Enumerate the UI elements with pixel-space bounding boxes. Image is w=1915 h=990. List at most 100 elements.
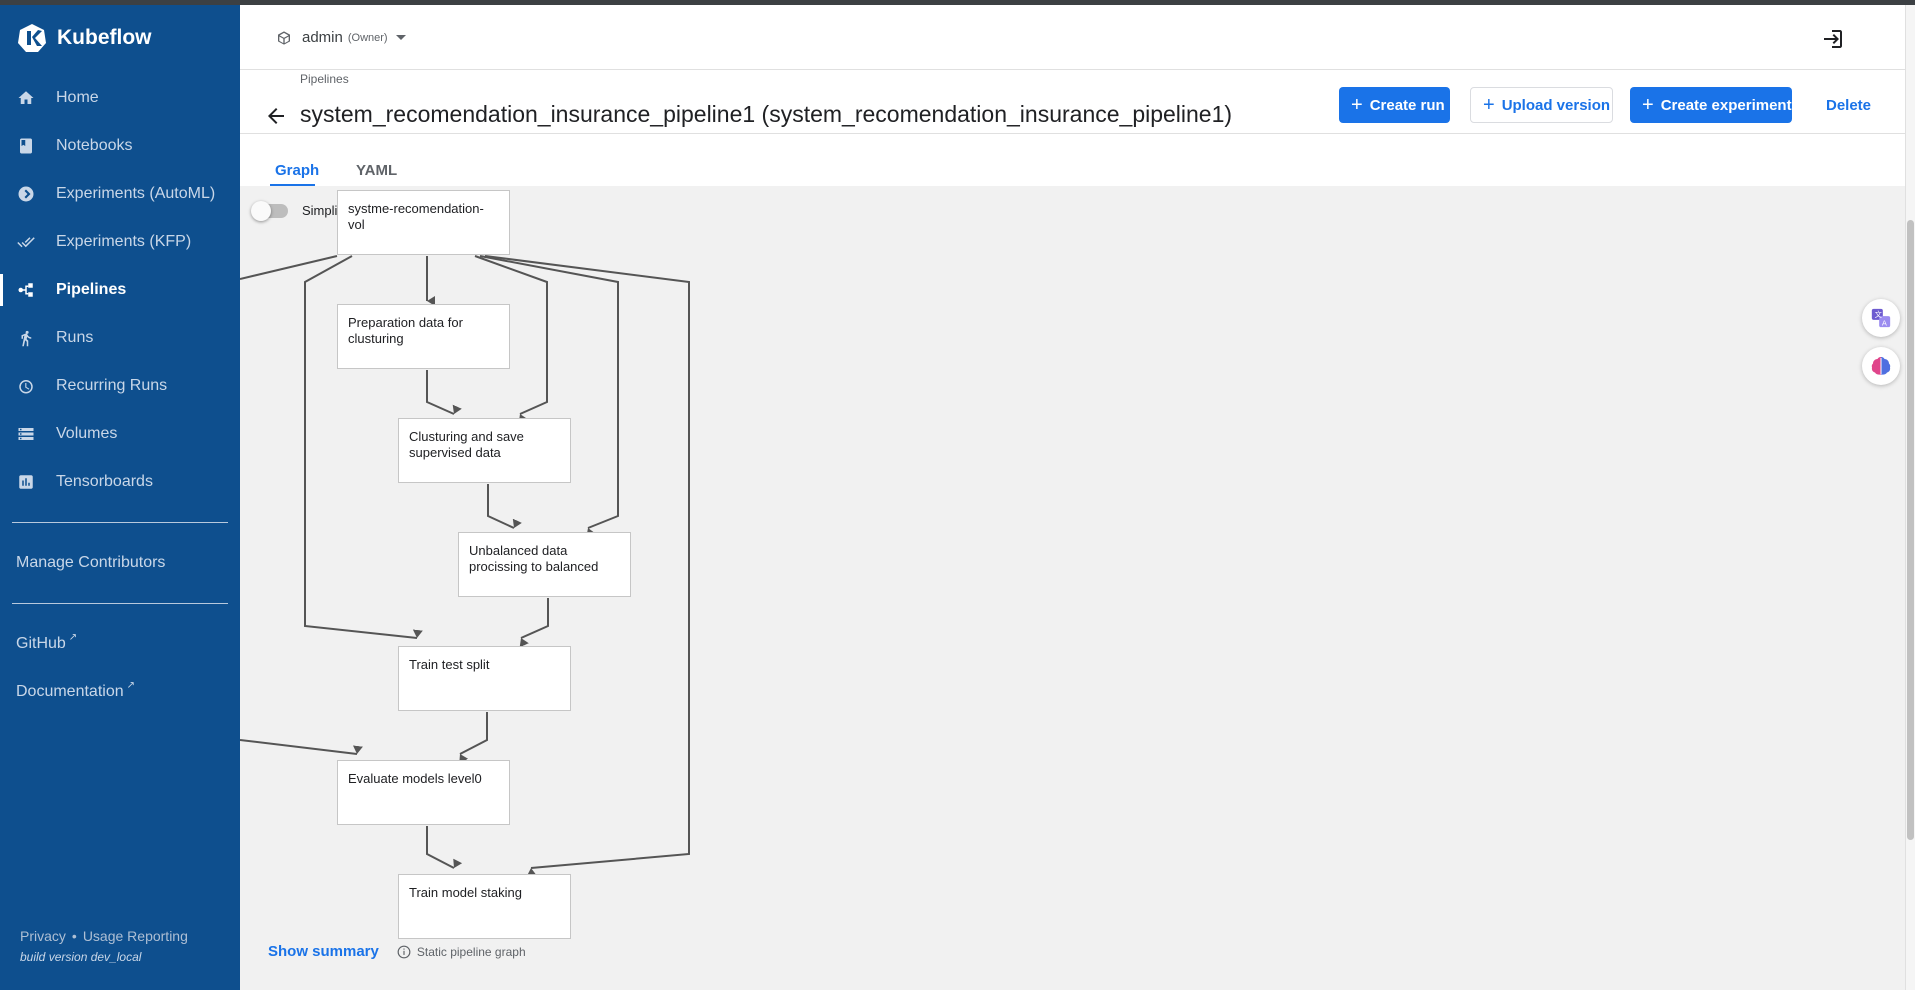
sidebar-item-label: Volumes	[56, 425, 118, 442]
kubeflow-logo[interactable]: Kubeflow	[16, 22, 152, 54]
scrollbar-thumb[interactable]	[1907, 220, 1914, 840]
delete-label: Delete	[1826, 96, 1872, 114]
sidebar-divider	[12, 603, 228, 604]
sidebar-item-experiments-automl[interactable]: Experiments (AutoML)	[0, 170, 240, 218]
window-top-strip	[0, 0, 1915, 5]
app-name: Kubeflow	[57, 26, 152, 49]
toggle-knob	[251, 201, 271, 221]
edge	[240, 739, 363, 755]
manage-contributors-label: Manage Contributors	[16, 554, 166, 571]
graph-node[interactable]: Unbalanced data procissing to balanced	[458, 532, 631, 597]
create-run-label: Create run	[1369, 96, 1445, 114]
graph-node[interactable]: Train test split	[398, 646, 571, 711]
upload-version-button[interactable]: + Upload version	[1470, 87, 1613, 123]
upload-version-label: Upload version	[1501, 96, 1611, 114]
sidebar-footer: Privacy • Usage Reporting build version …	[20, 928, 188, 964]
svg-text:A: A	[1882, 318, 1887, 327]
edge	[479, 255, 619, 538]
top-header: admin (Owner)	[240, 5, 1915, 70]
translate-widget[interactable]: 文A	[1862, 299, 1900, 337]
page-scrollbar[interactable]	[1905, 5, 1915, 990]
edge	[459, 712, 488, 764]
graph-node[interactable]: Clusturing and save supervised data	[398, 418, 571, 483]
edge	[519, 598, 549, 648]
sidebar-item-label: Recurring Runs	[56, 377, 168, 394]
build-version: build version dev_local	[20, 950, 142, 964]
sidebar-item-runs[interactable]: Runs	[0, 314, 240, 362]
create-experiment-button[interactable]: + Create experiment	[1630, 87, 1792, 123]
chevron-down-icon	[395, 35, 406, 40]
static-graph-label: Static pipeline graph	[416, 944, 526, 959]
logout-icon[interactable]	[1820, 27, 1844, 51]
namespace-selector[interactable]: admin (Owner)	[276, 29, 406, 46]
book-icon	[16, 136, 36, 156]
pipelines-icon	[16, 280, 36, 300]
create-run-button[interactable]: + Create run	[1339, 87, 1450, 123]
sidebar-item-experiments-kfp[interactable]: Experiments (KFP)	[0, 218, 240, 266]
sidebar-item-recurring-runs[interactable]: Recurring Runs	[0, 362, 240, 410]
create-experiment-label: Create experiment	[1660, 96, 1792, 114]
sidebar-item-label: Home	[56, 89, 99, 106]
graph-node[interactable]: Evaluate models level0	[337, 760, 510, 825]
sidebar-item-notebooks[interactable]: Notebooks	[0, 122, 240, 170]
external-link-icon: ↗	[68, 632, 78, 643]
namespace-role: (Owner)	[347, 31, 388, 44]
github-link[interactable]: GitHub ↗	[16, 632, 78, 653]
plus-icon: +	[1642, 94, 1654, 116]
breadcrumb[interactable]: Pipelines	[300, 72, 349, 86]
github-label: GitHub	[16, 635, 66, 652]
page-title: system_recomendation_insurance_pipeline1…	[300, 101, 1233, 127]
tabs-bar: Graph YAML	[240, 133, 1905, 187]
plus-icon: +	[1351, 94, 1363, 116]
simplify-graph-toggle[interactable]	[251, 201, 288, 221]
sidebar-divider	[12, 522, 228, 523]
automl-icon	[16, 184, 36, 204]
brain-icon	[1871, 357, 1891, 375]
back-arrow-icon[interactable]	[264, 104, 288, 128]
edge	[426, 826, 463, 869]
pipeline-graph[interactable]: Simplify Graph systme-recomendation-vol …	[240, 186, 1905, 990]
sidebar-item-home[interactable]: Home	[0, 74, 240, 122]
sidebar-item-label: Runs	[56, 329, 94, 346]
translate-icon: 文A	[1871, 308, 1891, 327]
graph-summary-row: Show summary Static pipeline graph	[268, 943, 526, 960]
sidebar: Kubeflow Home Notebooks Experiments (Aut…	[0, 0, 240, 990]
sidebar-item-label: Tensorboards	[56, 473, 153, 490]
graph-node[interactable]: Preparation data for clusturing	[337, 304, 510, 369]
external-link-icon: ↗	[126, 680, 136, 691]
edge	[240, 255, 338, 280]
tab-graph[interactable]: Graph	[275, 162, 319, 179]
graph-node[interactable]: Train model staking	[398, 874, 571, 939]
done-all-icon	[16, 232, 36, 252]
cube-icon	[278, 30, 290, 45]
sidebar-item-volumes[interactable]: Volumes	[0, 410, 240, 458]
privacy-link[interactable]: Privacy	[20, 928, 66, 944]
manage-contributors-link[interactable]: Manage Contributors	[16, 554, 165, 572]
footer-separator: •	[71, 928, 77, 944]
ai-assistant-widget[interactable]	[1862, 347, 1900, 385]
run-icon	[16, 328, 36, 348]
documentation-link[interactable]: Documentation ↗	[16, 680, 136, 701]
kubeflow-logo-icon	[18, 24, 46, 52]
edge	[426, 370, 462, 415]
show-summary-link[interactable]: Show summary	[268, 943, 379, 960]
info-icon	[397, 945, 411, 958]
sidebar-item-label: Notebooks	[56, 137, 133, 154]
tab-yaml[interactable]: YAML	[356, 162, 397, 179]
sidebar-item-label: Pipelines	[56, 281, 127, 298]
namespace-name: admin	[302, 29, 343, 46]
sidebar-item-label: Experiments (AutoML)	[56, 185, 216, 202]
alarm-icon	[16, 376, 36, 396]
home-icon	[16, 88, 36, 108]
plus-icon: +	[1483, 94, 1495, 116]
usage-reporting-link[interactable]: Usage Reporting	[83, 928, 188, 944]
sidebar-nav: Home Notebooks Experiments (AutoML) Expe…	[0, 74, 240, 506]
documentation-label: Documentation	[16, 683, 124, 700]
delete-button[interactable]: Delete	[1814, 87, 1884, 123]
edge	[487, 484, 522, 529]
sidebar-item-pipelines[interactable]: Pipelines	[0, 266, 240, 314]
sidebar-item-label: Experiments (KFP)	[56, 233, 192, 250]
graph-node[interactable]: systme-recomendation-vol	[337, 190, 510, 255]
sidebar-item-tensorboards[interactable]: Tensorboards	[0, 458, 240, 506]
chart-icon	[16, 472, 36, 492]
